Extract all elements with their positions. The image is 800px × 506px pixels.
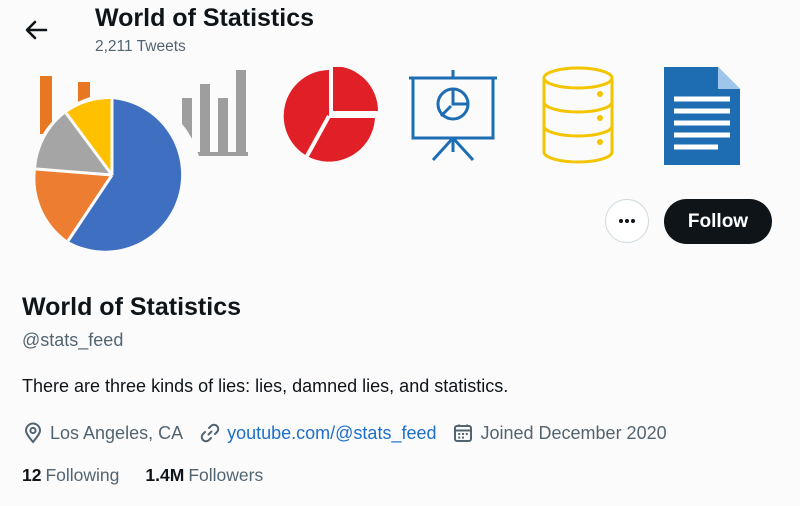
more-horizontal-icon xyxy=(619,219,635,223)
followers-label: Followers xyxy=(188,465,264,485)
profile-meta: Los Angeles, CA youtube.com/@stats_feed … xyxy=(22,421,667,445)
following-link[interactable]: 12 Following xyxy=(22,465,119,486)
followers-count: 1.4M xyxy=(145,465,185,485)
location-text: Los Angeles, CA xyxy=(50,422,184,443)
profile-bio: There are three kinds of lies: lies, dam… xyxy=(22,376,509,396)
following-label: Following xyxy=(45,465,120,485)
avatar[interactable] xyxy=(30,93,202,265)
followers-link[interactable]: 1.4M Followers xyxy=(145,465,263,486)
follow-button[interactable]: Follow xyxy=(664,199,772,244)
more-options-button[interactable] xyxy=(605,199,649,243)
presentation-board-icon xyxy=(409,70,497,162)
profile-name: World of Statistics xyxy=(22,293,242,321)
tweet-count: 2,211 Tweets xyxy=(95,38,186,55)
location: Los Angeles, CA xyxy=(22,422,183,444)
link-icon xyxy=(200,423,220,443)
arrow-left-icon xyxy=(25,20,48,40)
database-icon xyxy=(542,66,614,164)
pie-chart-icon xyxy=(35,98,182,251)
website-link[interactable]: youtube.com/@stats_feed xyxy=(227,423,436,444)
following-count: 12 xyxy=(22,465,42,485)
join-date: Joined December 2020 xyxy=(452,422,667,444)
pie-chart-icon xyxy=(283,67,378,162)
join-date-text: Joined December 2020 xyxy=(480,422,667,443)
top-bar: World of Statistics 2,211 Tweets xyxy=(0,0,800,62)
follow-stats: 12 Following 1.4M Followers xyxy=(22,465,289,486)
location-pin-icon xyxy=(24,422,42,444)
back-button[interactable] xyxy=(22,16,50,44)
document-icon xyxy=(664,67,740,165)
header-title: World of Statistics xyxy=(95,4,315,32)
website: youtube.com/@stats_feed xyxy=(199,422,436,444)
profile-handle: @stats_feed xyxy=(22,330,124,350)
calendar-icon xyxy=(454,424,473,442)
